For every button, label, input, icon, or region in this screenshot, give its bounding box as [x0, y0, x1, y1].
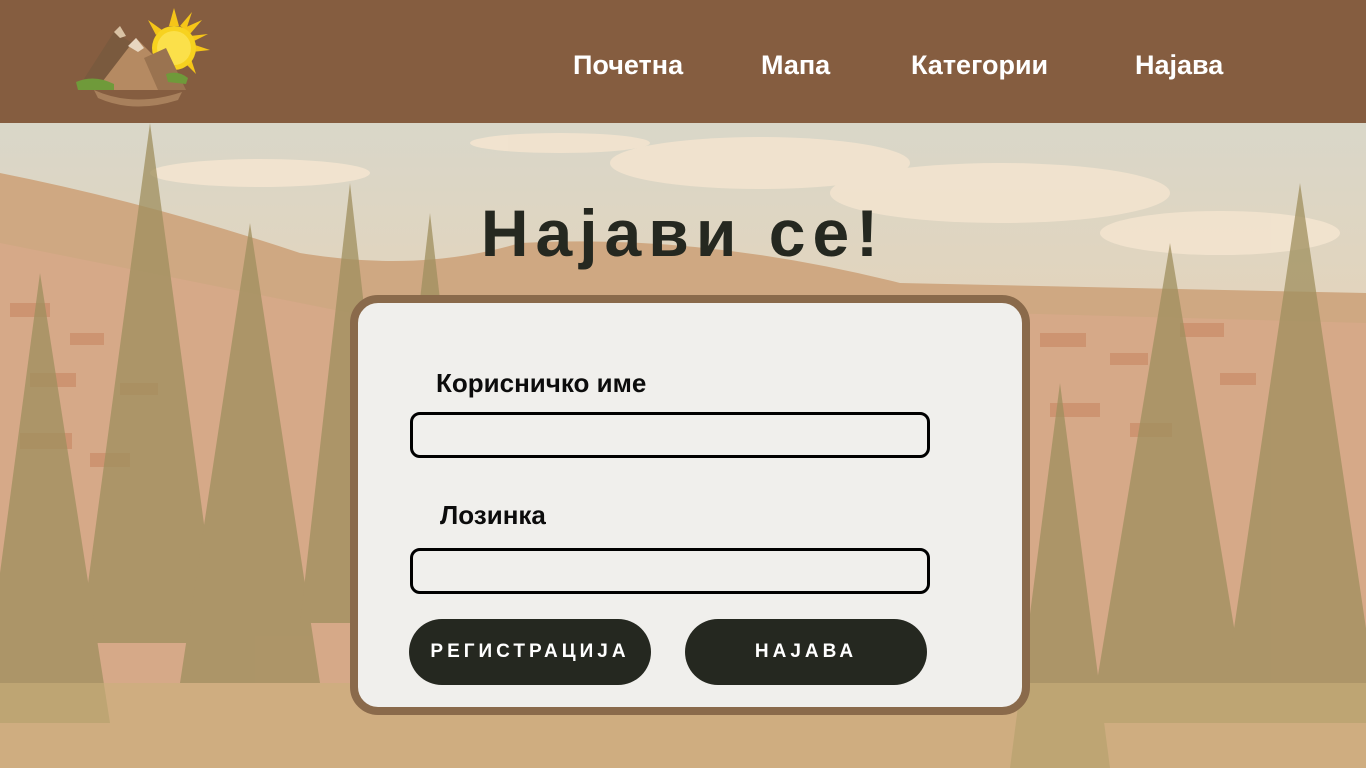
register-button[interactable]: РЕГИСТРАЦИЈА	[409, 619, 651, 685]
login-card: Корисничко име Лозинка РЕГИСТРАЦИЈА НАЈА…	[350, 295, 1030, 715]
nav-map-link[interactable]: Мапа	[761, 48, 830, 82]
mountain-sun-logo-icon[interactable]	[74, 8, 212, 112]
username-label: Корисничко име	[436, 368, 647, 398]
login-button[interactable]: НАЈАВА	[685, 619, 927, 685]
page-title: Најави се!	[480, 196, 886, 270]
top-navbar: Почетна Мапа Категории Најава	[0, 0, 1366, 123]
nav-home-link[interactable]: Почетна	[573, 48, 683, 82]
password-input[interactable]	[410, 548, 930, 594]
username-input[interactable]	[410, 412, 930, 458]
nav-login-link[interactable]: Најава	[1135, 48, 1223, 82]
nav-categories-link[interactable]: Категории	[911, 48, 1048, 82]
password-label: Лозинка	[440, 500, 546, 530]
